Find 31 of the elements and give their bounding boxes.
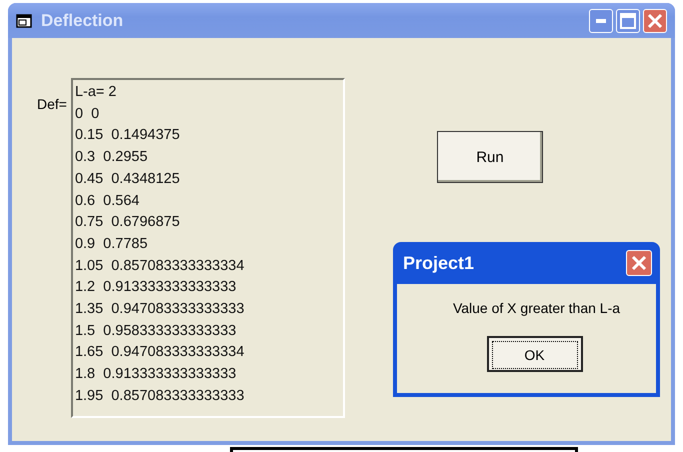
list-item: 1.2 0.913333333333333 xyxy=(74,278,238,298)
list-item: 1.65 0.947083333333334 xyxy=(74,343,246,362)
list-item: 1.5 0.958333333333333 xyxy=(74,322,238,341)
list-item: 1.35 0.947083333333333 xyxy=(74,300,246,320)
minimize-button[interactable] xyxy=(589,8,613,32)
list-item: 1.95 0.857083333333333 xyxy=(74,386,246,406)
list-item: 0 0 xyxy=(74,104,100,124)
window-title: Deflection xyxy=(41,10,124,30)
list-item: 1.8 0.913333333333333 xyxy=(74,365,238,384)
close-button[interactable] xyxy=(626,250,652,276)
window-icon xyxy=(16,14,32,28)
list-item: 0.9 0.7785 xyxy=(74,234,149,254)
close-icon xyxy=(647,12,663,28)
output-listbox[interactable] xyxy=(70,78,345,418)
ok-button[interactable]: OK xyxy=(486,336,582,372)
minimize-icon xyxy=(596,18,606,22)
dialog-message: Value of X greater than L-a xyxy=(452,300,620,316)
list-item: 1.05 0.857083333333334 xyxy=(74,256,246,276)
close-icon xyxy=(631,255,647,271)
list-item: 0.3 0.2955 xyxy=(74,148,149,168)
list-item: 0.15 0.1494375 xyxy=(74,126,181,146)
run-button[interactable]: Run xyxy=(436,131,543,183)
list-item: L-a= 2 xyxy=(74,83,118,102)
list-item: 0.75 0.6796875 xyxy=(74,213,181,232)
def-label: Def= xyxy=(37,96,67,112)
close-button[interactable] xyxy=(643,8,667,32)
dialog-title: Project1 xyxy=(403,252,474,274)
maximize-button[interactable] xyxy=(616,8,640,32)
list-item: 0.6 0.564 xyxy=(74,192,140,211)
maximize-icon xyxy=(620,12,636,28)
list-item: 0.45 0.4348125 xyxy=(74,170,181,189)
